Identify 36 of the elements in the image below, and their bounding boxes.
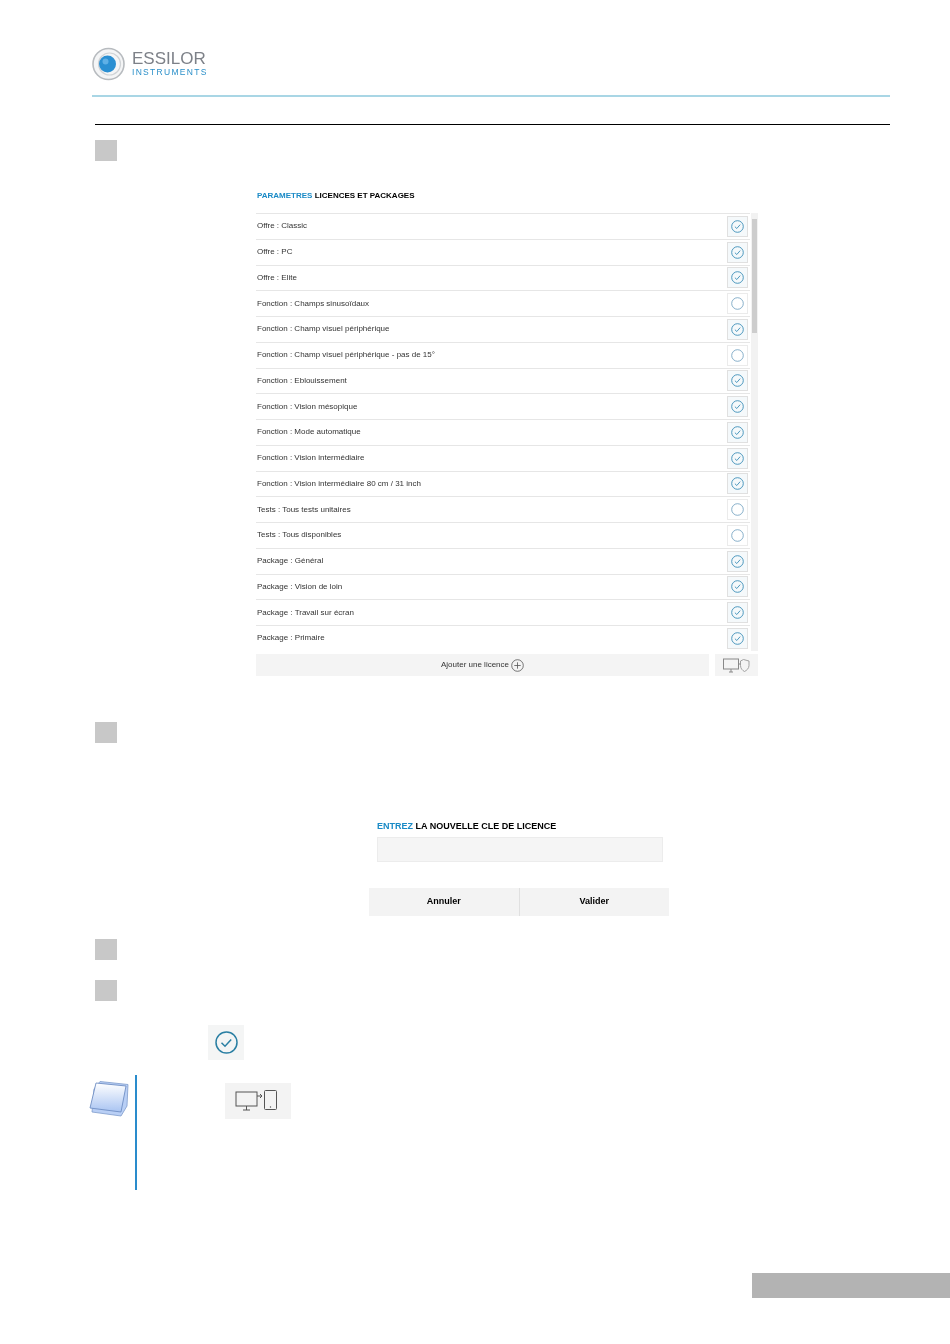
license-name: Fonction : Champ visuel périphérique - pas de 15°: [256, 350, 436, 361]
scrollbar-thumb[interactable]: [752, 219, 757, 333]
dialog-button[interactable]: Annuler: [369, 888, 519, 916]
license-name: Tests : Tous disponibles: [256, 530, 343, 541]
license-name: Fonction : Eblouissement: [256, 375, 348, 386]
logo-wordmark: ESSILOR: [132, 51, 207, 67]
device-security-button[interactable]: [715, 654, 758, 676]
license-name: Offre : Classic: [256, 221, 309, 232]
monitor-to-tablet-icon: [225, 1083, 291, 1119]
license-name: Tests : Tous tests unitaires: [256, 504, 352, 515]
license-name: Offre : Elite: [256, 272, 298, 283]
scrollbar[interactable]: [751, 213, 758, 651]
license-name: Package : Primaire: [256, 633, 326, 644]
license-name: Fonction : Champs sinusoïdaux: [256, 298, 371, 309]
monitor-shield-icon: [723, 657, 750, 673]
dialog-title: ENTREZ LA NOUVELLE CLE DE LICENCE: [377, 821, 557, 831]
note-pad-icon: [88, 1080, 130, 1118]
license-name: Package : Vision de loin: [256, 581, 344, 592]
plus-circle-icon: [511, 658, 524, 672]
panel-title: PARAMETRES LICENCES ET PACKAGES: [257, 190, 415, 202]
dialog-button[interactable]: Valider: [518, 888, 669, 916]
license-name: Fonction : Champ visuel périphérique: [256, 324, 391, 335]
license-name: Fonction : Mode automatique: [256, 427, 362, 438]
step-marker: [95, 140, 117, 161]
license-name: Fonction : Vision intermédiaire 80 cm / 31 inch: [256, 478, 422, 489]
license-name: Offre : PC: [256, 247, 294, 258]
add-license-button[interactable]: Ajouter une licence: [256, 654, 709, 676]
step-marker: [95, 980, 117, 1001]
license-name: Fonction : Vision mésopique: [256, 401, 359, 412]
step-marker: [95, 722, 117, 743]
step-marker: [95, 939, 117, 960]
logo-mark-icon: [92, 47, 125, 81]
license-name: Fonction : Vision intermédiaire: [256, 453, 366, 464]
logo-subtitle: INSTRUMENTS: [132, 67, 208, 77]
license-name: Package : Général: [256, 556, 325, 567]
license-name: Package : Travail sur écran: [256, 607, 355, 618]
